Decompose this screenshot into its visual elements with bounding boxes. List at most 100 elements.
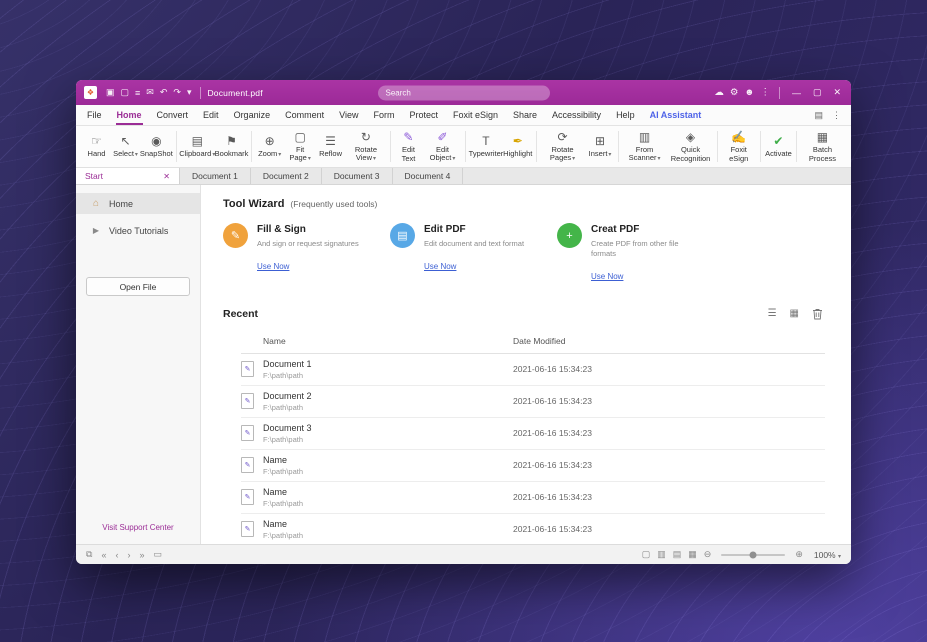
document-tab[interactable]: Document 3 xyxy=(322,168,393,184)
use-now-link[interactable]: Use Now xyxy=(257,262,289,271)
ribbon-tool-button[interactable]: ◈ Quick Recognition xyxy=(668,126,714,167)
fit-width-view-icon[interactable]: ▦ xyxy=(688,549,697,560)
recent-file-row[interactable]: ✎ Name F:\path\path 2021-06-16 15:34:23 xyxy=(241,482,825,514)
next-page-icon[interactable]: › xyxy=(127,550,130,560)
ribbon-tool-button[interactable]: ☰ Reflow xyxy=(316,126,345,167)
recent-file-row[interactable]: ✎ Document 2 F:\path\path 2021-06-16 15:… xyxy=(241,386,825,418)
menu-item[interactable]: View xyxy=(338,105,359,125)
ribbon-tool-button[interactable]: ⟳ Rotate Pages▾ xyxy=(540,126,586,167)
ribbon-tool-button[interactable]: ▥ From Scanner▾ xyxy=(622,126,668,167)
recent-file-row[interactable]: ✎ Name F:\path\path 2021-06-16 15:34:23 xyxy=(241,450,825,482)
ribbon-tool-button[interactable]: ✎ Edit Text xyxy=(394,126,423,167)
print-icon[interactable]: ≡ xyxy=(135,88,140,98)
document-title: Document.pdf xyxy=(207,88,262,98)
file-date-modified: 2021-06-16 15:34:23 xyxy=(513,428,825,438)
redo-icon[interactable]: ↷ xyxy=(173,87,181,98)
file-name: Name xyxy=(263,519,513,529)
menu-item[interactable]: Edit xyxy=(202,105,220,125)
prev-page-icon[interactable]: ‹ xyxy=(115,550,118,560)
tool-card[interactable]: ✎ Fill & Sign And sign or request signat… xyxy=(223,223,390,284)
menu-item[interactable]: Home xyxy=(116,105,143,125)
document-tab[interactable]: Document 4 xyxy=(393,168,464,184)
menu-item[interactable]: Form xyxy=(372,105,395,125)
use-now-link[interactable]: Use Now xyxy=(591,272,623,281)
ribbon-tool-button[interactable]: ☞ Hand xyxy=(82,126,111,167)
document-tab[interactable]: Start ✕ xyxy=(76,168,180,184)
customize-toolbar-icon[interactable]: ▾ xyxy=(187,87,192,98)
close-tab-icon[interactable]: ✕ xyxy=(163,172,170,181)
ribbon-layout-icon[interactable]: ▤ xyxy=(814,110,823,121)
menu-item[interactable]: Accessibility xyxy=(551,105,602,125)
zoom-level[interactable]: 100% ▾ xyxy=(814,550,841,560)
use-now-link[interactable]: Use Now xyxy=(424,262,456,271)
ribbon-tool-button[interactable]: T Typewriter xyxy=(469,126,503,167)
ribbon-tool-button[interactable]: ▢ Fit Page▾ xyxy=(284,126,316,167)
menu-item[interactable]: AI Assistant xyxy=(649,105,703,125)
email-icon[interactable]: ✉ xyxy=(146,87,154,98)
more-icon[interactable]: ⋮ xyxy=(832,110,841,121)
ribbon-tool-button[interactable]: ✐ Edit Object▾ xyxy=(423,126,462,167)
ribbon-tool-button[interactable]: ◉ SnapShot xyxy=(140,126,173,167)
more-options-icon[interactable]: ⋮ xyxy=(760,87,770,98)
account-icon[interactable]: ☻ xyxy=(744,87,754,98)
tool-card[interactable]: ▤ Edit PDF Edit document and text format… xyxy=(390,223,557,284)
menu-item[interactable]: Protect xyxy=(408,105,439,125)
app-logo-icon[interactable]: ❖ xyxy=(84,86,97,99)
tool-card-icon: ✎ xyxy=(223,223,248,248)
ribbon-tool-button[interactable]: ↖ Select▾ xyxy=(111,126,140,167)
search-input[interactable] xyxy=(386,88,542,97)
cloud-icon[interactable]: ☁ xyxy=(714,87,724,98)
recent-file-row[interactable]: ✎ Document 3 F:\path\path 2021-06-16 15:… xyxy=(241,418,825,450)
close-button[interactable]: ✕ xyxy=(833,87,841,98)
maximize-button[interactable]: ▢ xyxy=(813,87,822,98)
facing-view-icon[interactable]: ▤ xyxy=(673,549,682,560)
list-view-icon[interactable]: ☰ xyxy=(768,308,777,319)
single-page-view-icon[interactable]: ▢ xyxy=(642,549,651,560)
menu-item[interactable]: Organize xyxy=(233,105,272,125)
ribbon-tool-button[interactable]: ↻ Rotate View▾ xyxy=(345,126,387,167)
tool-card-title: Edit PDF xyxy=(424,224,524,235)
menu-item[interactable]: Help xyxy=(615,105,636,125)
zoom-slider-knob[interactable] xyxy=(750,551,757,558)
undo-icon[interactable]: ↶ xyxy=(160,87,168,98)
menu-item[interactable]: Convert xyxy=(156,105,190,125)
support-center-link[interactable]: Visit Support Center xyxy=(76,523,200,532)
zoom-out-icon[interactable]: ⊖ xyxy=(704,549,712,560)
grid-view-icon[interactable]: ▦ xyxy=(790,308,799,319)
ribbon-tool-button[interactable]: ▤ Clipboard▾ xyxy=(180,126,215,167)
save-icon[interactable]: ▣ xyxy=(106,87,115,98)
delete-recent-icon[interactable] xyxy=(812,308,823,320)
zoom-in-icon[interactable]: ⊕ xyxy=(795,549,803,560)
tool-card[interactable]: + Creat PDF Create PDF from other file f… xyxy=(557,223,724,284)
ribbon-tool-label: Insert▾ xyxy=(589,150,612,159)
ribbon-tool-label: Reflow xyxy=(319,150,342,159)
open-file-button[interactable]: Open File xyxy=(86,277,190,296)
menu-item[interactable]: Foxit eSign xyxy=(452,105,499,125)
menu-item[interactable]: Comment xyxy=(284,105,325,125)
document-tab[interactable]: Document 2 xyxy=(251,168,322,184)
zoom-slider[interactable] xyxy=(721,554,785,556)
ribbon-tool-button[interactable]: ▦ Batch Process xyxy=(800,126,845,167)
pages-panel-icon[interactable]: ⧉ xyxy=(86,549,92,560)
ribbon-tool-button[interactable]: ✔ Activate xyxy=(764,126,793,167)
recent-file-row[interactable]: ✎ Document 1 F:\path\path 2021-06-16 15:… xyxy=(241,354,825,386)
ribbon-tool-button[interactable]: ⊕ Zoom▾ xyxy=(255,126,284,167)
document-tab[interactable]: Document 1 xyxy=(180,168,251,184)
minimize-button[interactable]: — xyxy=(792,88,801,98)
open-file-icon[interactable]: ▢ xyxy=(121,87,130,98)
first-page-icon[interactable]: « xyxy=(101,550,106,560)
sidebar-item[interactable]: ▶ Video Tutorials xyxy=(76,220,200,241)
clipboard-panel-icon[interactable]: ▭ xyxy=(153,549,162,560)
last-page-icon[interactable]: » xyxy=(139,550,144,560)
menu-item[interactable]: Share xyxy=(512,105,538,125)
ribbon-tool-icon: ✔ xyxy=(773,134,783,148)
notifications-icon[interactable]: ⚙ xyxy=(730,87,739,98)
menu-item[interactable]: File xyxy=(86,105,103,125)
recent-file-row[interactable]: ✎ Name F:\path\path 2021-06-16 15:34:23 xyxy=(241,514,825,545)
ribbon-tool-button[interactable]: ⊞ Insert▾ xyxy=(586,126,615,167)
ribbon-tool-button[interactable]: ✒ Highlight xyxy=(503,126,533,167)
ribbon-tool-button[interactable]: ✍ Foxit eSign xyxy=(721,126,757,167)
ribbon-tool-button[interactable]: ⚑ Bookmark xyxy=(215,126,248,167)
sidebar-item[interactable]: ⌂ Home xyxy=(76,193,200,214)
continuous-view-icon[interactable]: ▥ xyxy=(657,549,666,560)
